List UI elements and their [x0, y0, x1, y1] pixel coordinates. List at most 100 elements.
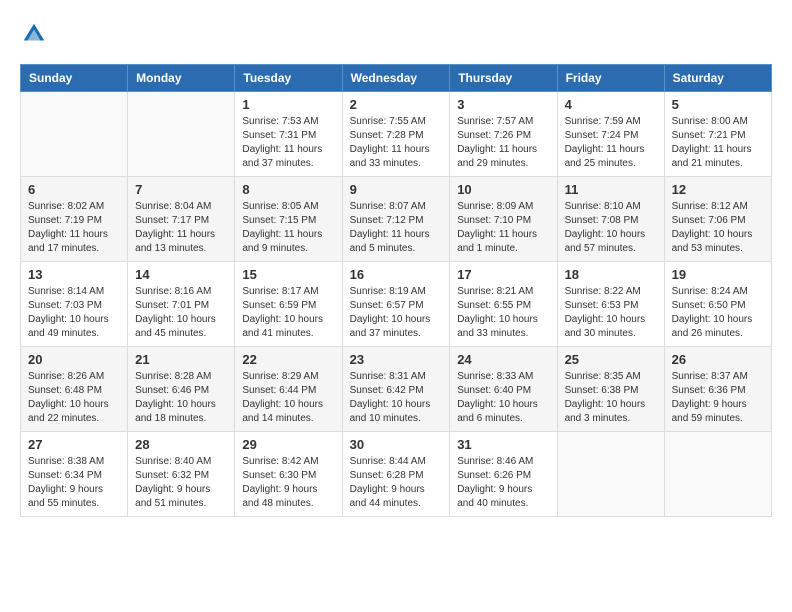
cell-info: Sunrise: 8:38 AMSunset: 6:34 PMDaylight:…: [28, 455, 120, 511]
calendar-cell: 11Sunrise: 8:10 AMSunset: 7:08 PMDayligh…: [557, 177, 664, 262]
calendar-cell: 2 Sunrise: 7:55 AMSunset: 7:28 PMDaylight…: [342, 92, 450, 177]
weekday-header-wednesday: Wednesday: [342, 65, 450, 92]
cell-info: Sunrise: 8:04 AMSunset: 7:17 PMDaylight:…: [135, 200, 227, 256]
day-number: 14: [135, 267, 227, 282]
calendar-cell: 15 Sunrise: 8:17 AMSunset: 6:59 PMDayligh…: [235, 262, 342, 347]
calendar-table: SundayMondayTuesdayWednesdayThursdayFrid…: [20, 64, 772, 517]
cell-info: Sunrise: 8:05 AMSunset: 7:15 PMDaylight:…: [242, 200, 334, 256]
day-number: 26: [672, 352, 764, 367]
cell-info: Sunrise: 7:57 AMSunset: 7:26 PMDaylight:…: [457, 115, 549, 171]
cell-info: Sunrise: 8:12 AMSunset: 7:06 PMDaylight:…: [672, 200, 764, 256]
day-number: 2: [350, 97, 443, 112]
day-number: 22: [242, 352, 334, 367]
cell-info: Sunrise: 7:55 AMSunset: 7:28 PMDaylight:…: [350, 115, 443, 171]
cell-info: Sunrise: 8:16 AMSunset: 7:01 PMDaylight:…: [135, 285, 227, 341]
cell-info: Sunrise: 8:17 AMSunset: 6:59 PMDaylight:…: [242, 285, 334, 341]
day-number: 1: [242, 97, 334, 112]
calendar-cell: 17 Sunrise: 8:21 AMSunset: 6:55 PMDayligh…: [450, 262, 557, 347]
calendar-cell: 23 Sunrise: 8:31 AMSunset: 6:42 PMDayligh…: [342, 347, 450, 432]
calendar-cell: 18Sunrise: 8:22 AMSunset: 6:53 PMDayligh…: [557, 262, 664, 347]
calendar-cell: 13 Sunrise: 8:14 AMSunset: 7:03 PMDayligh…: [21, 262, 128, 347]
day-number: 9: [350, 182, 443, 197]
weekday-header-tuesday: Tuesday: [235, 65, 342, 92]
cell-info: Sunrise: 8:19 AMSunset: 6:57 PMDaylight:…: [350, 285, 443, 341]
cell-info: Sunrise: 8:26 AMSunset: 6:48 PMDaylight:…: [28, 370, 120, 426]
day-number: 17: [457, 267, 549, 282]
day-number: 6: [28, 182, 120, 197]
calendar-cell: 20 Sunrise: 8:26 AMSunset: 6:48 PMDayligh…: [21, 347, 128, 432]
cell-info: Sunrise: 7:59 AMSunset: 7:24 PMDaylight:…: [565, 115, 657, 171]
day-number: 12: [672, 182, 764, 197]
calendar-cell: 8 Sunrise: 8:05 AMSunset: 7:15 PMDaylight…: [235, 177, 342, 262]
weekday-header-thursday: Thursday: [450, 65, 557, 92]
day-number: 27: [28, 437, 120, 452]
day-number: 23: [350, 352, 443, 367]
cell-info: Sunrise: 8:31 AMSunset: 6:42 PMDaylight:…: [350, 370, 443, 426]
cell-info: Sunrise: 8:35 AMSunset: 6:38 PMDaylight:…: [565, 370, 657, 426]
calendar-cell: 10 Sunrise: 8:09 AMSunset: 7:10 PMDayligh…: [450, 177, 557, 262]
weekday-header-saturday: Saturday: [664, 65, 771, 92]
cell-info: Sunrise: 8:40 AMSunset: 6:32 PMDaylight:…: [135, 455, 227, 511]
weekday-header-sunday: Sunday: [21, 65, 128, 92]
calendar-cell: 5 Sunrise: 8:00 AMSunset: 7:21 PMDaylight…: [664, 92, 771, 177]
calendar-cell: [21, 92, 128, 177]
day-number: 20: [28, 352, 120, 367]
calendar-cell: 31Sunrise: 8:46 AMSunset: 6:26 PMDayligh…: [450, 432, 557, 517]
day-number: 21: [135, 352, 227, 367]
calendar-cell: 1 Sunrise: 7:53 AMSunset: 7:31 PMDaylight…: [235, 92, 342, 177]
day-number: 8: [242, 182, 334, 197]
cell-info: Sunrise: 8:22 AMSunset: 6:53 PMDaylight:…: [565, 285, 657, 341]
day-number: 15: [242, 267, 334, 282]
day-number: 29: [242, 437, 334, 452]
day-number: 30: [350, 437, 443, 452]
day-number: 10: [457, 182, 549, 197]
cell-info: Sunrise: 8:14 AMSunset: 7:03 PMDaylight:…: [28, 285, 120, 341]
day-number: 24: [457, 352, 549, 367]
calendar-cell: 4Sunrise: 7:59 AMSunset: 7:24 PMDaylight…: [557, 92, 664, 177]
calendar-week-row: 13 Sunrise: 8:14 AMSunset: 7:03 PMDayligh…: [21, 262, 772, 347]
calendar-cell: 28 Sunrise: 8:40 AMSunset: 6:32 PMDayligh…: [128, 432, 235, 517]
day-number: 31: [457, 437, 549, 452]
calendar-week-row: 20 Sunrise: 8:26 AMSunset: 6:48 PMDayligh…: [21, 347, 772, 432]
day-number: 19: [672, 267, 764, 282]
calendar-cell: 19 Sunrise: 8:24 AMSunset: 6:50 PMDayligh…: [664, 262, 771, 347]
calendar-cell: 3 Sunrise: 7:57 AMSunset: 7:26 PMDaylight…: [450, 92, 557, 177]
weekday-header-row: SundayMondayTuesdayWednesdayThursdayFrid…: [21, 65, 772, 92]
calendar-cell: 30Sunrise: 8:44 AMSunset: 6:28 PMDayligh…: [342, 432, 450, 517]
day-number: 3: [457, 97, 549, 112]
cell-info: Sunrise: 8:28 AMSunset: 6:46 PMDaylight:…: [135, 370, 227, 426]
cell-info: Sunrise: 8:21 AMSunset: 6:55 PMDaylight:…: [457, 285, 549, 341]
cell-info: Sunrise: 8:02 AMSunset: 7:19 PMDaylight:…: [28, 200, 120, 256]
calendar-cell: 7 Sunrise: 8:04 AMSunset: 7:17 PMDaylight…: [128, 177, 235, 262]
day-number: 28: [135, 437, 227, 452]
cell-info: Sunrise: 7:53 AMSunset: 7:31 PMDaylight:…: [242, 115, 334, 171]
cell-info: Sunrise: 8:00 AMSunset: 7:21 PMDaylight:…: [672, 115, 764, 171]
cell-info: Sunrise: 8:09 AMSunset: 7:10 PMDaylight:…: [457, 200, 549, 256]
calendar-cell: 16 Sunrise: 8:19 AMSunset: 6:57 PMDayligh…: [342, 262, 450, 347]
calendar-cell: 24Sunrise: 8:33 AMSunset: 6:40 PMDayligh…: [450, 347, 557, 432]
logo-icon: [20, 20, 48, 48]
page-header: [20, 20, 772, 48]
day-number: 13: [28, 267, 120, 282]
calendar-week-row: 6 Sunrise: 8:02 AMSunset: 7:19 PMDaylight…: [21, 177, 772, 262]
calendar-cell: 27 Sunrise: 8:38 AMSunset: 6:34 PMDayligh…: [21, 432, 128, 517]
cell-info: Sunrise: 8:10 AMSunset: 7:08 PMDaylight:…: [565, 200, 657, 256]
day-number: 25: [565, 352, 657, 367]
weekday-header-monday: Monday: [128, 65, 235, 92]
day-number: 7: [135, 182, 227, 197]
day-number: 5: [672, 97, 764, 112]
day-number: 16: [350, 267, 443, 282]
weekday-header-friday: Friday: [557, 65, 664, 92]
cell-info: Sunrise: 8:37 AMSunset: 6:36 PMDaylight:…: [672, 370, 764, 426]
calendar-cell: 22 Sunrise: 8:29 AMSunset: 6:44 PMDayligh…: [235, 347, 342, 432]
calendar-cell: 9 Sunrise: 8:07 AMSunset: 7:12 PMDaylight…: [342, 177, 450, 262]
calendar-week-row: 1 Sunrise: 7:53 AMSunset: 7:31 PMDaylight…: [21, 92, 772, 177]
calendar-cell: 12 Sunrise: 8:12 AMSunset: 7:06 PMDayligh…: [664, 177, 771, 262]
calendar-cell: [128, 92, 235, 177]
calendar-cell: 6 Sunrise: 8:02 AMSunset: 7:19 PMDaylight…: [21, 177, 128, 262]
cell-info: Sunrise: 8:29 AMSunset: 6:44 PMDaylight:…: [242, 370, 334, 426]
calendar-cell: 29Sunrise: 8:42 AMSunset: 6:30 PMDayligh…: [235, 432, 342, 517]
cell-info: Sunrise: 8:24 AMSunset: 6:50 PMDaylight:…: [672, 285, 764, 341]
cell-info: Sunrise: 8:07 AMSunset: 7:12 PMDaylight:…: [350, 200, 443, 256]
calendar-cell: [557, 432, 664, 517]
